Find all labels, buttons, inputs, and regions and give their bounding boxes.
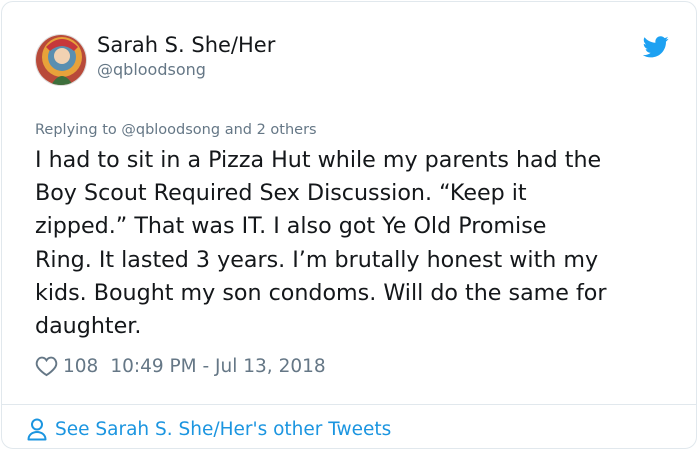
tweet-text-line: Ring. It lasted 3 years. I’m brutally ho… bbox=[35, 246, 599, 273]
tweet-text-line: kids. Bought my son condoms. Will do the… bbox=[35, 279, 607, 306]
other-tweets-label[interactable]: See Sarah S. She/Her's other Tweets bbox=[55, 419, 391, 440]
timestamp[interactable]: 10:49 PM - Jul 13, 2018 bbox=[110, 356, 325, 377]
tweet-text: I had to sit in a Pizza Hut while my par… bbox=[35, 144, 685, 343]
tweet-text-line: daughter. bbox=[35, 313, 142, 340]
avatar[interactable] bbox=[35, 34, 87, 86]
tweet-text-line: I had to sit in a Pizza Hut while my par… bbox=[35, 147, 602, 173]
like-count[interactable]: 108 bbox=[63, 356, 98, 377]
tweet-meta: 108 10:49 PM - Jul 13, 2018 bbox=[35, 352, 326, 380]
divider bbox=[2, 404, 696, 405]
replying-to-suffix[interactable]: and 2 others bbox=[225, 122, 317, 138]
heart-outline-icon[interactable] bbox=[35, 355, 58, 377]
tweet-card: Sarah S. She/Her @qbloodsong Replying to… bbox=[1, 1, 697, 449]
replying-to: Replying to @qbloodsong and 2 others bbox=[35, 122, 317, 138]
reply-handle-link[interactable]: @qbloodsong bbox=[121, 122, 220, 138]
tweet-text-line: zipped.” That was IT. I also got Ye Old … bbox=[35, 213, 547, 240]
twitter-bird-icon[interactable] bbox=[643, 36, 669, 58]
tweet-text-line: Boy Scout Required Sex Discussion. “Keep… bbox=[35, 180, 527, 207]
author-name[interactable]: Sarah S. She/Her bbox=[97, 33, 275, 57]
other-tweets-link[interactable]: See Sarah S. She/Her's other Tweets bbox=[27, 413, 391, 445]
author-handle[interactable]: @qbloodsong bbox=[97, 60, 206, 79]
person-icon bbox=[27, 418, 47, 440]
replying-to-prefix: Replying to bbox=[35, 122, 117, 138]
